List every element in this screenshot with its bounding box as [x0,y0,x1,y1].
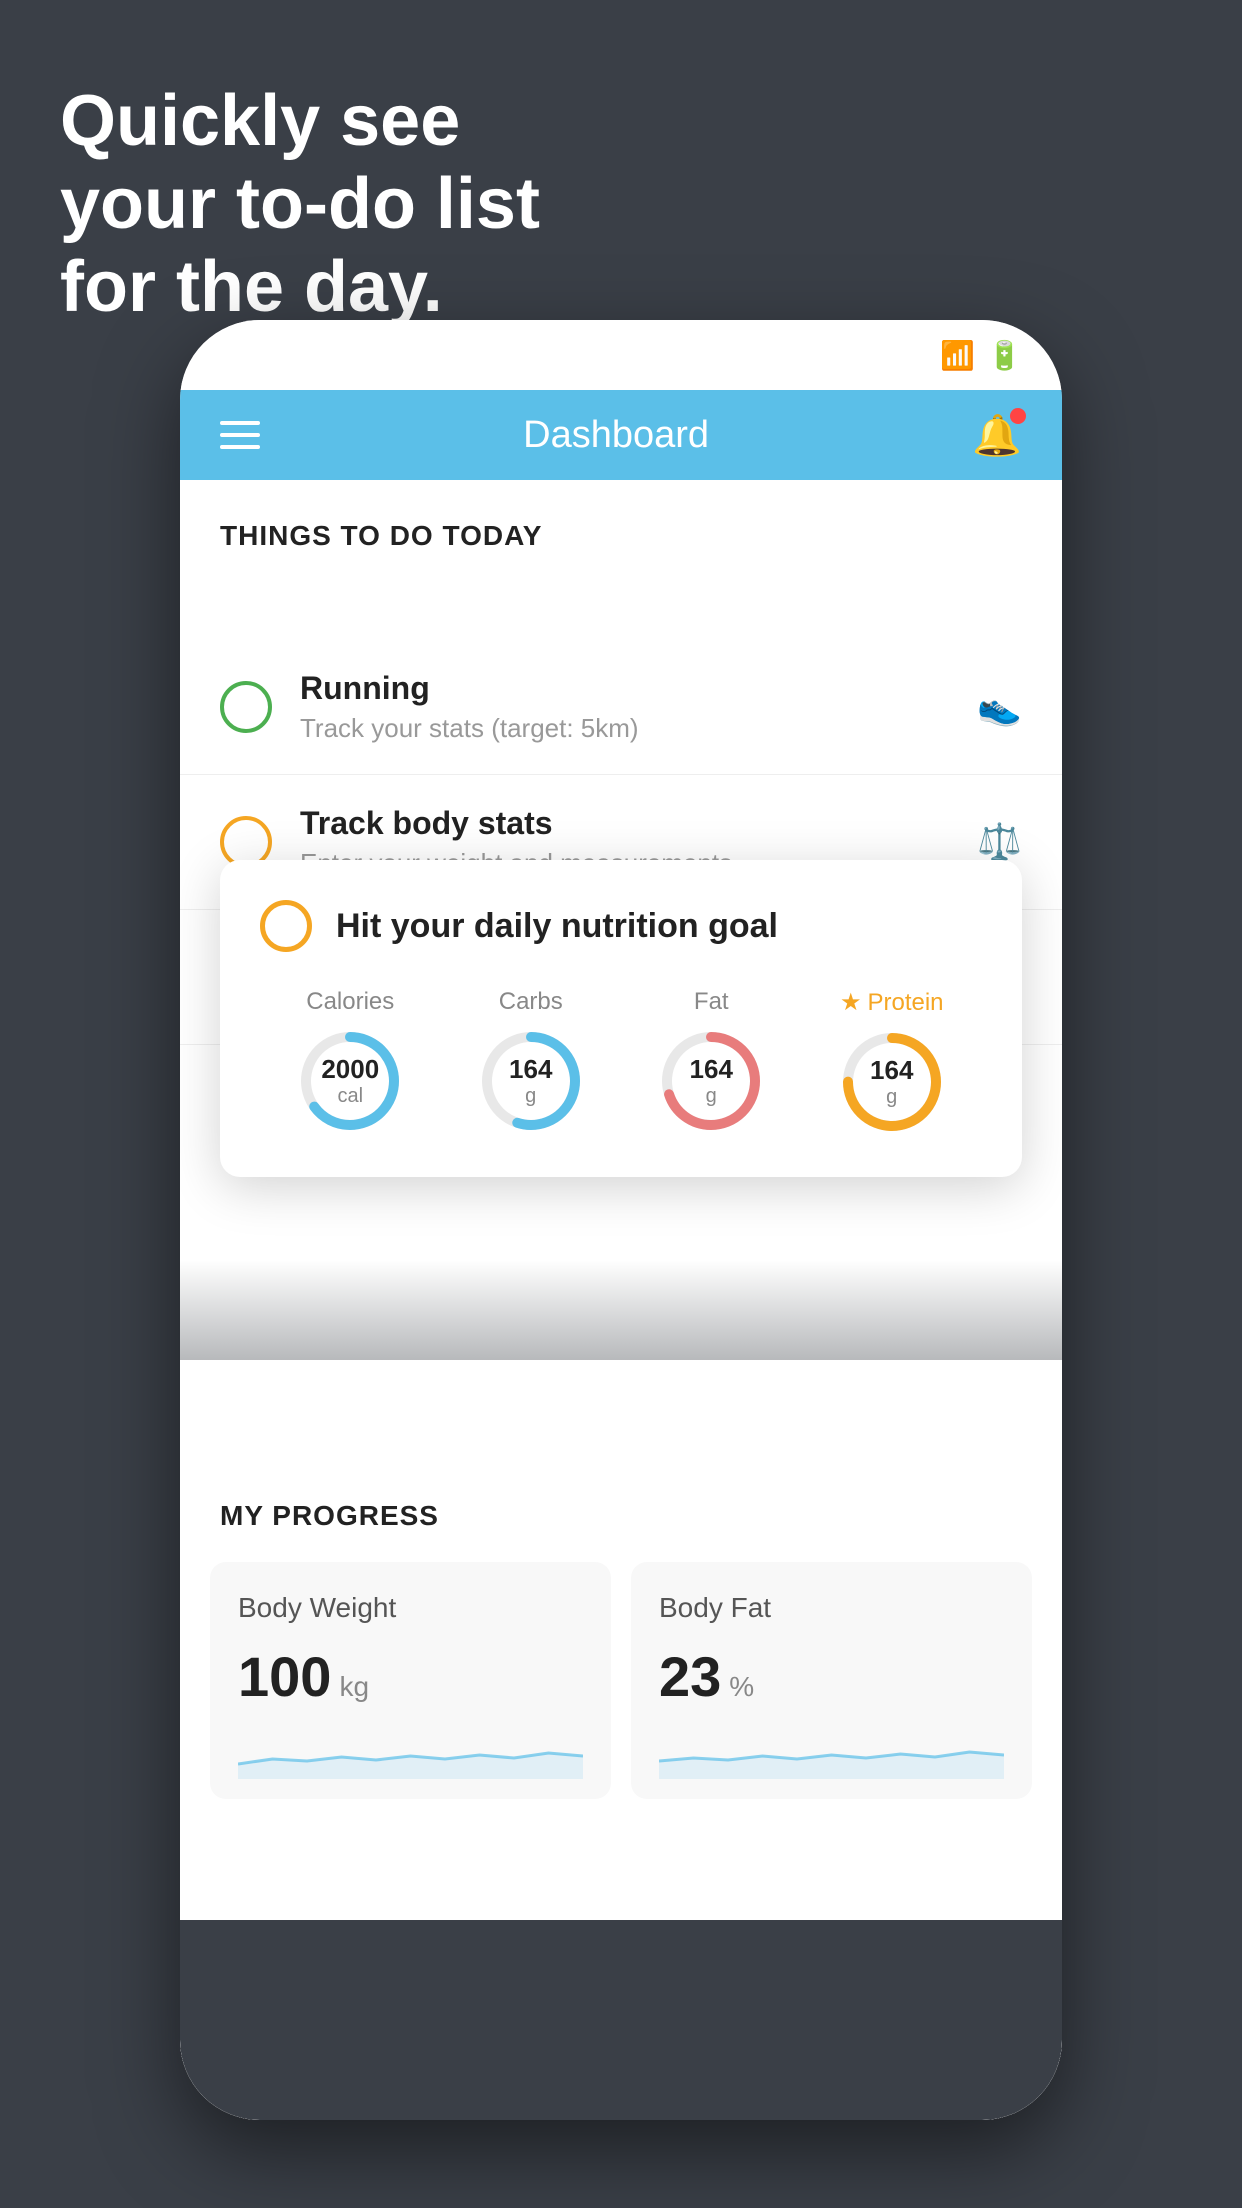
calories-unit: cal [321,1085,379,1108]
carbs-unit: g [509,1085,552,1108]
bottom-dark-area [180,1920,1062,2120]
progress-heading: MY PROGRESS [180,1460,1062,1552]
item-title: Running [300,670,977,707]
nutrition-card-header: Hit your daily nutrition goal [260,900,982,952]
item-text: Running Track your stats (target: 5km) [300,670,977,744]
body-fat-number: 23 [659,1644,721,1709]
fat-ring: 164 g [656,1026,766,1136]
carbs-value: 164 [509,1054,552,1085]
phone-frame: 9:41 📶 🔋 Dashboard 🔔 THINGS TO DO TOD [180,320,1062,2120]
calories-label: Calories [306,988,394,1016]
fat-value: 164 [690,1054,733,1085]
protein-label: ★ Protein [840,988,944,1017]
body-fat-value: 23 % [659,1644,1004,1709]
nutrition-title: Hit your daily nutrition goal [336,907,778,946]
status-time: 9:41 [220,337,284,374]
body-fat-title: Body Fat [659,1592,1004,1624]
nutrition-stats: Calories 2000 cal Carbs [260,988,982,1137]
shoe-icon: 👟 [977,686,1022,728]
notification-dot [1010,408,1026,424]
body-weight-unit: kg [339,1671,369,1703]
body-fat-unit: % [729,1671,754,1703]
status-bar: 9:41 📶 🔋 [180,320,1062,390]
star-icon: ★ [840,988,862,1017]
protein-stat: ★ Protein 164 g [837,988,947,1137]
header-title: Dashboard [523,414,709,457]
carbs-stat: Carbs 164 g [476,988,586,1137]
progress-section: MY PROGRESS Body Weight 100 kg [180,1460,1062,1839]
calories-ring: 2000 cal [295,1026,405,1136]
nutrition-card: Hit your daily nutrition goal Calories 2… [220,860,1022,1177]
body-weight-value: 100 kg [238,1644,583,1709]
carbs-label: Carbs [499,988,563,1016]
body-weight-card[interactable]: Body Weight 100 kg [210,1562,611,1799]
body-weight-chart [238,1729,583,1779]
wifi-icon: 📶 [940,339,975,372]
scale-icon: ⚖️ [977,821,1022,863]
body-weight-number: 100 [238,1644,331,1709]
protein-value: 164 [870,1055,913,1086]
notification-button[interactable]: 🔔 [972,412,1022,459]
body-fat-chart [659,1729,1004,1779]
item-title: Track body stats [300,805,977,842]
protein-ring: 164 g [837,1027,947,1137]
item-subtitle: Track your stats (target: 5km) [300,713,977,744]
hero-text: Quickly see your to-do list for the day. [60,80,540,328]
protein-unit: g [870,1086,913,1109]
signal-icon [888,341,928,369]
body-fat-card[interactable]: Body Fat 23 % [631,1562,1032,1799]
calories-value: 2000 [321,1054,379,1085]
shadow-overlay [180,1260,1062,1360]
carbs-ring: 164 g [476,1026,586,1136]
fat-label: Fat [694,988,729,1016]
app-header: Dashboard 🔔 [180,390,1062,480]
menu-button[interactable] [220,421,260,449]
fat-stat: Fat 164 g [656,988,766,1137]
calories-stat: Calories 2000 cal [295,988,405,1137]
status-icons: 📶 🔋 [888,339,1022,372]
battery-icon: 🔋 [987,339,1022,372]
progress-cards: Body Weight 100 kg Body Fat [180,1552,1062,1839]
things-to-do-heading: THINGS TO DO TODAY [180,480,1062,572]
list-item[interactable]: Running Track your stats (target: 5km) 👟 [180,640,1062,775]
item-checkbox[interactable] [220,681,272,733]
nutrition-checkbox[interactable] [260,900,312,952]
fat-unit: g [690,1085,733,1108]
body-weight-title: Body Weight [238,1592,583,1624]
